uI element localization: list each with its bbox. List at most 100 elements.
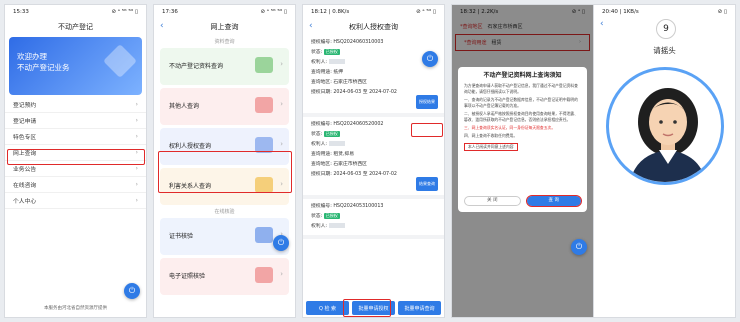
card-label: 权利人授权查询: [169, 143, 212, 150]
menu-item[interactable]: 个人中心 ›: [5, 193, 146, 209]
card-e-license-verify[interactable]: 电子证照核验 ›: [160, 258, 289, 295]
status-row: 状态: 已授权: [311, 48, 436, 58]
batch-query-button[interactable]: 批量申请查询: [398, 301, 441, 315]
back-icon[interactable]: ‹: [600, 19, 604, 29]
status-label: 状态:: [311, 50, 323, 55]
welcome-banner: 欢迎办理 不动产登记业务: [9, 37, 142, 95]
highlight-box: [158, 151, 292, 193]
chevron-right-icon: ›: [280, 270, 283, 278]
date-label: 授权日期:: [311, 90, 332, 95]
close-button[interactable]: 关 闭: [464, 196, 521, 206]
back-icon[interactable]: ‹: [160, 21, 164, 31]
menu-item-label: 个人中心: [13, 199, 37, 205]
menu-item-label: 登记申请: [13, 119, 37, 125]
notice-paragraph: 为方便查询申请人获取不动产登记信息，我厅通过不动产登记资料查询功能，请您仔细阅读…: [464, 83, 578, 94]
status-time: 18:12 | 0.8K/s: [311, 9, 350, 15]
card-label: 电子证照核验: [169, 273, 206, 280]
query-button[interactable]: 查 询: [525, 195, 582, 207]
section-label: 在线核验: [214, 209, 235, 215]
status-time: 15:33: [13, 9, 29, 15]
area-label: 查询地区:: [311, 80, 332, 85]
menu-item-label: 登记预约: [13, 103, 37, 109]
area-value: 石家庄市桥西区: [333, 162, 367, 167]
card-label: 其他人查询: [169, 103, 200, 110]
date-value: 2024-06-03 至 2024-07-02: [333, 172, 397, 177]
purpose-value: 租赁,抑易: [333, 152, 355, 157]
notice-paragraph: 一、查询的记录为不动产登记数据库信息，不动产登记证明中载明的事项以不动产登记簿记…: [464, 97, 578, 108]
chevron-right-icon: ›: [280, 140, 283, 148]
menu-item[interactable]: 特色专区 ›: [5, 129, 146, 145]
date-label: 授权日期:: [311, 172, 332, 177]
back-icon[interactable]: ‹: [309, 21, 313, 31]
purpose-label: 查询用途:: [311, 70, 332, 75]
person-icon: [255, 97, 273, 113]
holder-row: 权利人:: [311, 140, 436, 150]
menu-item-label: 业务公告: [13, 167, 37, 173]
menu-item-label: 在线咨询: [13, 183, 37, 189]
highlight-box: [411, 123, 443, 137]
agree-checkbox[interactable]: 本人已阅读并同意上述内容: [464, 143, 518, 151]
status-icons: ⊘ ▯: [717, 9, 727, 15]
notice-warning: 三、网上查询须实名认证，同一身份证每天限查五次。: [464, 125, 556, 130]
chevron-right-icon: ›: [135, 117, 138, 124]
status-icons: ⊘ ᵃ ⁵ᴳ ▯: [416, 9, 436, 15]
chevron-right-icon: ›: [135, 101, 138, 108]
face-avatar-icon: [630, 88, 706, 182]
power-icon[interactable]: ⏻: [422, 51, 438, 67]
phone-authorized-list: 18:12 | 0.8K/s ⊘ ᵃ ⁵ᴳ ▯ ‹ 权利人授权查询 授权编号: HS…: [302, 4, 445, 318]
holder-label: 权利人:: [311, 60, 328, 65]
page-title: 网上查询: [210, 23, 239, 31]
phone-online-query: 17:36 ⊘ ᵃ ⁵ᴳ ⁵ᴳ ▯ ‹ 网上查询 资料查询 不动产登记资料查询 › 其…: [153, 4, 296, 318]
holder-label: 权利人:: [311, 224, 328, 229]
power-icon[interactable]: ⏻: [124, 283, 140, 299]
purpose-label: 查询用途:: [311, 152, 332, 157]
menu-item[interactable]: 在线咨询 ›: [5, 177, 146, 193]
menu-item[interactable]: 登记申请 ›: [5, 113, 146, 129]
menu-item[interactable]: 登记预约 ›: [5, 97, 146, 113]
status-icons: ⊘ ᵃ ⁵ᴳ ⁵ᴳ ▯: [111, 9, 138, 15]
countdown: 9: [656, 19, 676, 39]
card-certificate-verify[interactable]: 证书核验 ›: [160, 218, 289, 255]
highlight-box: [7, 149, 145, 165]
card-label: 证书核验: [169, 233, 194, 240]
card-property-query[interactable]: 不动产登记资料查询 ›: [160, 48, 289, 85]
status-badge: 已授权: [323, 213, 340, 219]
spacer: 授权结果: [311, 95, 438, 110]
result-button[interactable]: 结果查询: [416, 177, 438, 191]
status-time: 17:36: [162, 9, 178, 15]
area-row: 查询地区: 石家庄市桥西区: [311, 160, 436, 170]
purpose-row: 查询用途: 租赁,抑易: [311, 150, 436, 160]
footer-text: 本服务由河北省自然资源厅提供: [44, 306, 107, 311]
purpose-row: 查询用途: 抵押: [311, 68, 436, 78]
document-icon: [255, 57, 273, 73]
area-value: 石家庄市桥西区: [333, 80, 367, 85]
purpose-value: 抵押: [333, 70, 343, 75]
modal-title: 不动产登记资料网上查询须知: [483, 72, 562, 79]
highlight-box: [343, 299, 391, 317]
menu-item-label: 特色专区: [13, 135, 37, 141]
record-card: 授权编号: HSQ2024053100013 状态: 已授权 权利人:: [303, 199, 444, 239]
power-icon[interactable]: ⏻: [273, 235, 289, 251]
status-time: 20:40 | 1KB/s: [602, 9, 639, 15]
page-title: 不动产登记: [58, 23, 93, 31]
holder-row: 权利人:: [311, 58, 436, 68]
face-frame: [606, 67, 724, 185]
card-other-query[interactable]: 其他人查询 ›: [160, 88, 289, 125]
chevron-right-icon: ›: [135, 133, 138, 140]
phone-face-verify: 20:40 | 1KB/s ⊘ ▯ ‹ 9 请摇头: [593, 4, 736, 318]
status-icons: ⊘ ᵃ ⁵ᴳ ⁵ᴳ ▯: [260, 9, 287, 15]
holder-row: 权利人:: [311, 222, 436, 232]
masked-name: [328, 223, 345, 228]
power-icon[interactable]: ⏻: [571, 239, 587, 255]
notice-paragraph: 二、被授权人承诺严格按照授权查询目的使用查询结果，不得泄露、篡改、滥用所获取的不…: [464, 111, 578, 122]
chevron-right-icon: ›: [135, 197, 138, 204]
status-label: 状态:: [311, 214, 323, 219]
card-label: 不动产登记资料查询: [169, 63, 224, 70]
spacer: 结果查询: [311, 177, 438, 192]
chevron-right-icon: ›: [135, 165, 138, 172]
holder-label: 权利人:: [311, 142, 328, 147]
notice-modal: 不动产登记资料网上查询须知 为方便查询申请人获取不动产登记信息，我厅通过不动产登…: [458, 67, 587, 212]
status-badge: 已授权: [323, 131, 340, 137]
result-button[interactable]: 授权结果: [416, 95, 438, 109]
license-icon: [255, 267, 273, 283]
